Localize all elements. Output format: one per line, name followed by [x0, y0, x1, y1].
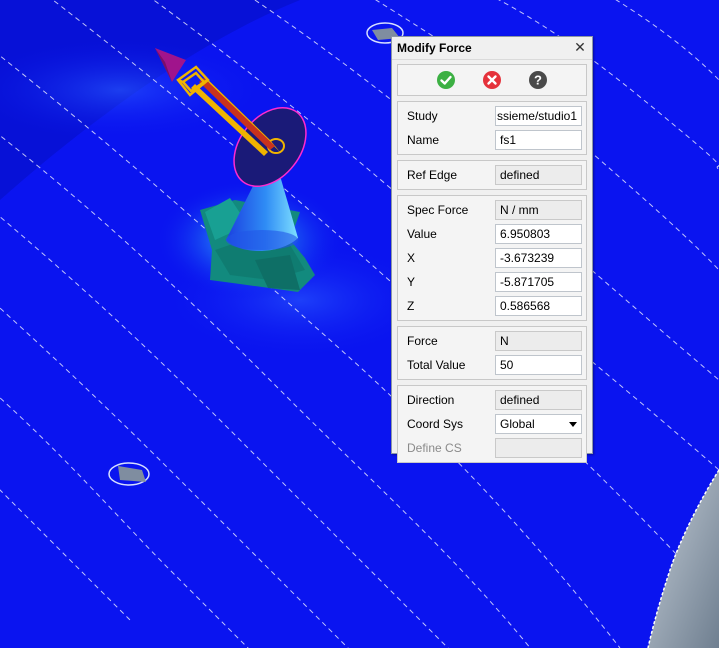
study-label: Study: [407, 109, 438, 123]
cancel-icon: [483, 71, 501, 89]
spec-force-label: Spec Force: [407, 203, 469, 217]
help-button[interactable]: ?: [528, 70, 548, 90]
define-cs-row: Define CS: [398, 436, 586, 460]
direction-group: Direction defined Coord Sys Global Defin…: [397, 385, 587, 463]
name-field[interactable]: fs1: [495, 130, 582, 150]
dialog-title: Modify Force: [397, 41, 472, 55]
x-field[interactable]: -3.673239: [495, 248, 582, 268]
value-label: Value: [407, 227, 437, 241]
total-value-row: Total Value 50: [398, 353, 586, 377]
value-field[interactable]: 6.950803: [495, 224, 582, 244]
z-field[interactable]: 0.586568: [495, 296, 582, 316]
dialog-title-bar[interactable]: Modify Force ✕: [392, 37, 592, 60]
svg-text:?: ?: [534, 73, 542, 88]
direction-row: Direction defined: [398, 388, 586, 412]
x-row: X -3.673239: [398, 246, 586, 270]
coord-sys-value: Global: [500, 417, 535, 431]
ref-edge-group: Ref Edge defined: [397, 160, 587, 190]
ok-button[interactable]: [436, 70, 456, 90]
cancel-button[interactable]: [482, 70, 502, 90]
force-unit-field[interactable]: N: [495, 331, 582, 351]
name-row: Name fs1: [398, 128, 586, 152]
direction-label: Direction: [407, 393, 455, 407]
force-group: Force N Total Value 50: [397, 326, 587, 380]
identity-group: Study ssieme/studio1 Name fs1: [397, 101, 587, 155]
define-cs-field[interactable]: [495, 438, 582, 458]
spec-force-row: Spec Force N / mm: [398, 198, 586, 222]
define-cs-label: Define CS: [407, 441, 462, 455]
check-icon: [437, 71, 455, 89]
total-value-label: Total Value: [407, 358, 466, 372]
ref-edge-field[interactable]: defined: [495, 165, 582, 185]
y-field[interactable]: -5.871705: [495, 272, 582, 292]
study-row: Study ssieme/studio1: [398, 104, 586, 128]
x-label: X: [407, 251, 416, 265]
coord-sys-row: Coord Sys Global: [398, 412, 586, 436]
spec-force-unit-field[interactable]: N / mm: [495, 200, 582, 220]
help-icon: ?: [529, 71, 547, 89]
force-label: Force: [407, 334, 438, 348]
close-button[interactable]: ✕: [572, 39, 588, 55]
modify-force-dialog: Modify Force ✕ ? Study ssieme/studio1 Na…: [391, 36, 593, 463]
y-row: Y -5.871705: [398, 270, 586, 294]
ref-edge-row: Ref Edge defined: [398, 163, 586, 187]
force-row: Force N: [398, 329, 586, 353]
spec-force-group: Spec Force N / mm Value 6.950803 X -3.67…: [397, 195, 587, 321]
direction-field[interactable]: defined: [495, 390, 582, 410]
value-row: Value 6.950803: [398, 222, 586, 246]
action-toolbar: ?: [397, 64, 587, 96]
model-viewport[interactable]: [0, 0, 719, 648]
name-label: Name: [407, 133, 440, 147]
total-value-field[interactable]: 50: [495, 355, 582, 375]
z-row: Z 0.586568: [398, 294, 586, 318]
study-field[interactable]: ssieme/studio1: [495, 106, 582, 126]
z-label: Z: [407, 299, 415, 313]
chevron-down-icon: [569, 422, 577, 427]
ref-edge-label: Ref Edge: [407, 168, 458, 182]
coord-sys-select[interactable]: Global: [495, 414, 582, 434]
y-label: Y: [407, 275, 416, 289]
coord-sys-label: Coord Sys: [407, 417, 464, 431]
